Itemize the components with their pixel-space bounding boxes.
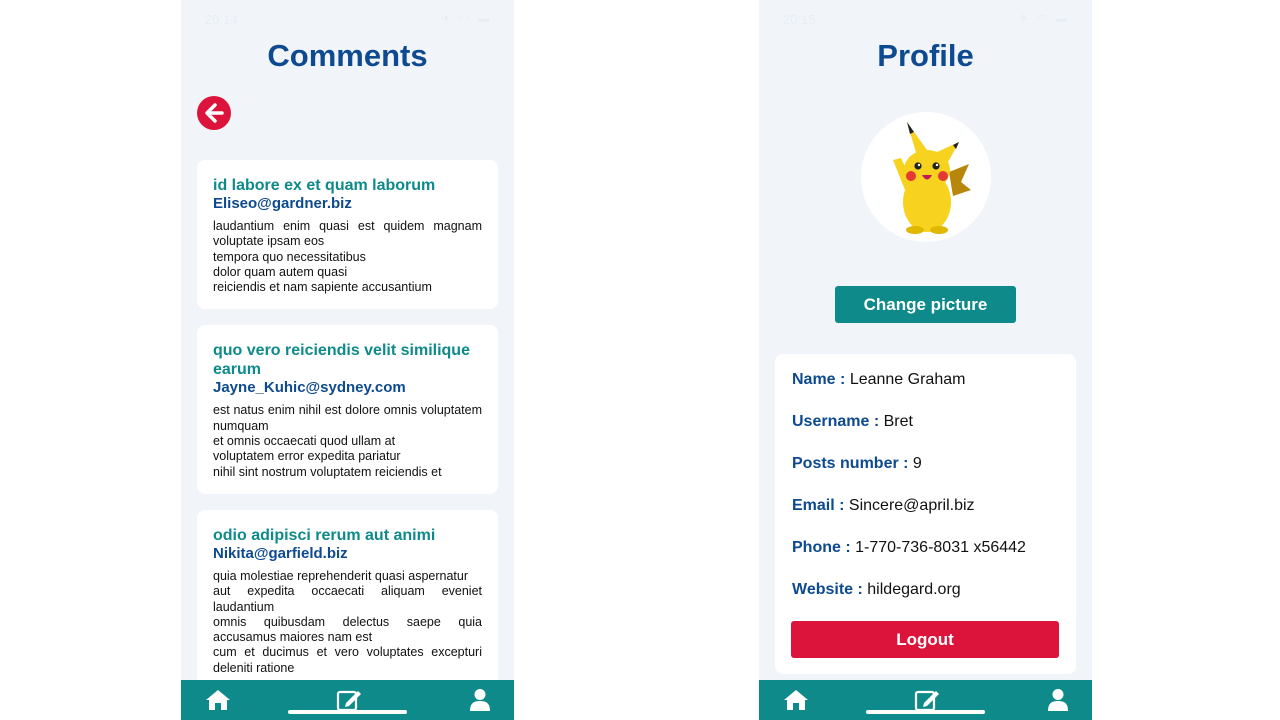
comment-title: id labore ex et quam laborum <box>213 177 436 194</box>
comment-email: Jayne_Kuhic@sydney.com <box>213 379 406 397</box>
name-value: Leanne Graham <box>849 371 966 388</box>
home-indicator <box>866 710 985 714</box>
posts-row: Posts number : 9 <box>792 454 922 474</box>
bottom-tab-bar <box>759 680 1092 720</box>
tab-home[interactable] <box>781 687 811 713</box>
comment-card: odio adipisci rerum aut animi Nikita@gar… <box>197 509 498 691</box>
tab-profile[interactable] <box>1043 687 1073 713</box>
status-time: 20:15 <box>783 12 816 27</box>
edit-note-icon <box>336 690 361 712</box>
name-row: Name : Leanne Graham <box>792 370 965 390</box>
tab-profile[interactable] <box>465 687 495 713</box>
arrow-left-circle-icon <box>205 103 224 123</box>
tab-home[interactable] <box>203 687 233 713</box>
phone-row: Phone : 1-770-736-8031 x56442 <box>792 538 1026 558</box>
phone-label: Phone : <box>792 539 851 556</box>
page-title: Comments <box>267 38 428 73</box>
comment-card: id labore ex et quam laborum Eliseo@gard… <box>197 160 498 310</box>
comments-screen: 20:14 ✈ ◠ ▬ Comments id labore ex et qua… <box>181 0 514 720</box>
comment-email: Eliseo@gardner.biz <box>213 195 352 212</box>
username-label: Username : <box>792 413 880 430</box>
website-value: hildegard.org <box>867 581 961 598</box>
email-value: Sincere@april.biz <box>848 497 975 514</box>
website-row: Website : hildegard.org <box>792 580 961 600</box>
posts-value: 9 <box>912 455 922 472</box>
phone-value: 1-770-736-8031 x56442 <box>855 539 1026 556</box>
username-row: Username : Bret <box>792 412 913 432</box>
comment-email: Nikita@garfield.biz <box>213 544 348 562</box>
avatar <box>861 112 991 242</box>
bottom-tab-bar <box>181 680 514 720</box>
comment-body: est natus enim nihil est dolore omnis vo… <box>213 403 482 479</box>
email-row: Email : Sincere@april.biz <box>792 496 975 516</box>
comment-title: quo vero reiciendis velit similique earu… <box>213 342 470 379</box>
comment-body: laudantium enim quasi est quidem magnam … <box>213 219 482 295</box>
comment-body: quia molestiae reprehenderit quasi asper… <box>213 568 482 675</box>
pikachu-avatar <box>893 122 971 234</box>
status-bar: 20:15 ✈ ◠ ▬ <box>759 0 1092 40</box>
logout-button[interactable]: Logout <box>791 621 1059 658</box>
comment-list: id labore ex et quam laborum Eliseo@gard… <box>197 160 498 706</box>
comment-card: quo vero reiciendis velit similique earu… <box>197 325 498 494</box>
home-icon <box>784 690 808 710</box>
status-bar: 20:14 ✈ ◠ ▬ <box>181 0 514 40</box>
change-picture-button[interactable]: Change picture <box>835 286 1016 323</box>
edit-note-icon <box>914 690 939 712</box>
home-indicator <box>288 710 407 714</box>
website-label: Website : <box>792 581 863 598</box>
status-icons: ✈ ◠ ▬ <box>1019 13 1070 25</box>
user-icon <box>1048 689 1068 711</box>
user-icon <box>470 689 490 711</box>
status-time: 20:14 <box>205 12 238 27</box>
posts-label: Posts number : <box>792 455 909 472</box>
username-value: Bret <box>883 413 913 430</box>
home-icon <box>206 690 230 710</box>
status-icons: ✈ ◠ ▬ <box>441 13 492 25</box>
comment-title: odio adipisci rerum aut animi <box>213 526 436 544</box>
profile-screen: 20:15 ✈ ◠ ▬ Profile Change picture Name … <box>759 0 1092 720</box>
profile-info-card: Name : Leanne Graham Username : Bret Pos… <box>775 354 1076 674</box>
page-title: Profile <box>877 38 974 73</box>
name-label: Name : <box>792 371 846 388</box>
back-button[interactable] <box>197 96 231 130</box>
email-label: Email : <box>792 497 845 514</box>
